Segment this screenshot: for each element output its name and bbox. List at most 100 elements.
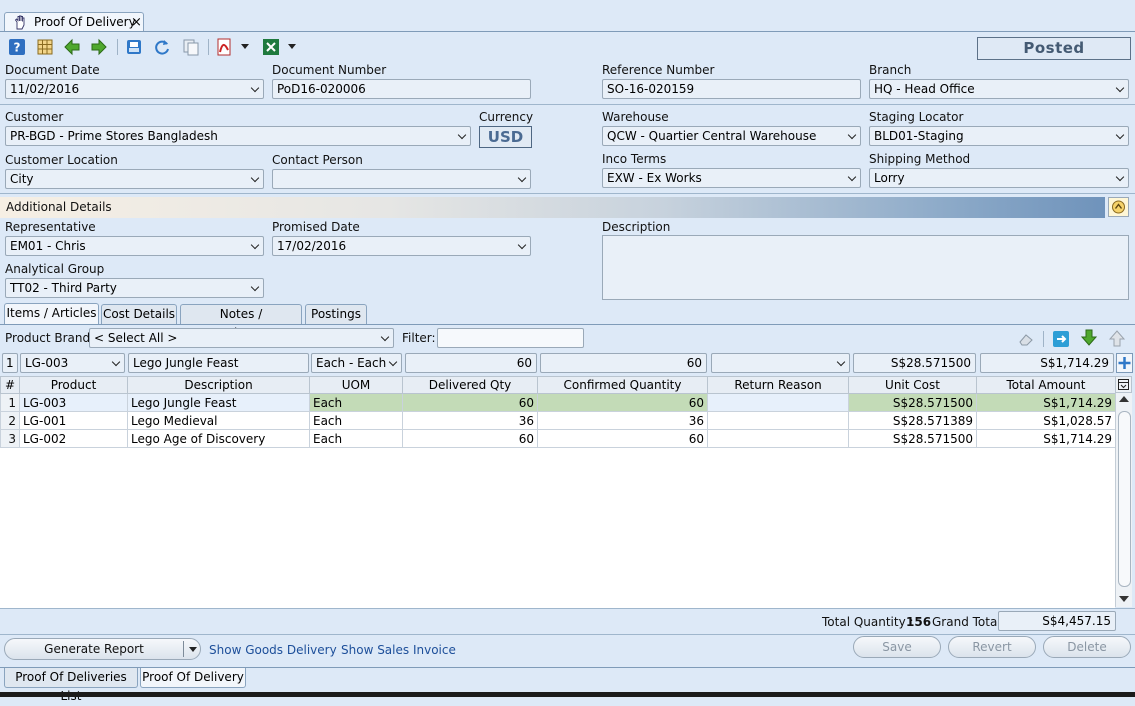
column-header-unit-cost[interactable]: Unit Cost [848,376,977,394]
delete-button[interactable]: Delete [1043,636,1131,658]
excel-icon[interactable] [262,38,280,56]
entry-description-field[interactable]: Lego Jungle Feast [128,353,309,373]
revert-button[interactable]: Revert [948,636,1036,658]
description-textarea[interactable] [602,235,1129,300]
forward-arrow-icon[interactable] [90,38,108,56]
table-row[interactable]: 1 LG-003 Lego Jungle Feast Each 60 60 S$… [0,393,1116,412]
tab-postings[interactable]: Postings [305,304,367,324]
cell-confirmed-qty[interactable]: 60 [537,393,708,412]
tab-cost-details[interactable]: Cost Details [101,304,177,324]
grid-icon[interactable] [36,38,54,56]
cell-total-amount[interactable]: S$1,714.29 [976,393,1116,412]
column-header-total-amount[interactable]: Total Amount [976,376,1116,394]
row-number: 2 [0,411,20,430]
warehouse-select[interactable]: QCW - Quartier Central Warehouse [602,126,861,146]
help-icon[interactable]: ? [8,38,26,56]
add-row-icon[interactable] [1116,353,1133,373]
document-date-field[interactable]: 11/02/2016 [5,79,264,99]
promised-date-field[interactable]: 17/02/2016 [272,236,531,256]
entry-delivered-qty-field[interactable]: 60 [405,353,537,373]
cell-description[interactable]: Lego Age of Discovery [127,429,310,448]
document-tab[interactable]: Proof Of Delivery × [4,12,144,32]
chevron-down-icon[interactable] [288,44,296,49]
chevron-down-icon[interactable] [241,44,249,49]
chevron-down-icon[interactable] [189,647,197,652]
show-sales-invoice-link[interactable]: Show Sales Invoice [341,643,456,657]
pdf-icon[interactable] [215,38,233,56]
column-header-confirmed-quantity[interactable]: Confirmed Quantity [537,376,708,394]
show-goods-delivery-link[interactable]: Show Goods Delivery [209,643,337,657]
cell-total-amount[interactable]: S$1,028.57 [976,411,1116,430]
entry-total-amount-field[interactable]: S$1,714.29 [980,353,1114,373]
cell-description[interactable]: Lego Jungle Feast [127,393,310,412]
column-chooser-icon[interactable] [1115,376,1132,393]
column-header-delivered-qty[interactable]: Delivered Qty [402,376,538,394]
cell-return-reason[interactable] [707,411,849,430]
scroll-down-icon[interactable] [1119,596,1129,602]
scroll-up-icon[interactable] [1119,396,1129,402]
cell-return-reason[interactable] [707,393,849,412]
column-header-description[interactable]: Description [127,376,310,394]
vertical-scrollbar[interactable] [1115,393,1132,607]
refresh-icon[interactable] [153,38,171,56]
collapse-icon[interactable] [1108,197,1129,217]
cell-confirmed-qty[interactable]: 36 [537,411,708,430]
column-header-uom[interactable]: UOM [309,376,403,394]
customer-select[interactable]: PR-BGD - Prime Stores Bangladesh [5,126,471,146]
generate-report-button[interactable]: Generate Report [4,638,201,660]
cell-product[interactable]: LG-003 [19,393,128,412]
additional-details-header[interactable]: Additional Details [0,197,1105,218]
tab-notes-attachments[interactable]: Notes / Attachments [180,304,302,340]
tab-items-articles[interactable]: Items / Articles [4,303,99,325]
table-row[interactable]: 3 LG-002 Lego Age of Discovery Each 60 6… [0,429,1116,448]
cell-return-reason[interactable] [707,429,849,448]
cell-product[interactable]: LG-001 [19,411,128,430]
cell-unit-cost[interactable]: S$28.571500 [848,393,977,412]
filter-input[interactable] [437,328,584,348]
entry-uom-select[interactable]: Each - Each [311,353,402,373]
back-arrow-icon[interactable] [63,38,81,56]
cell-uom[interactable]: Each [309,393,403,412]
cell-uom[interactable]: Each [309,411,403,430]
column-header-return-reason[interactable]: Return Reason [707,376,849,394]
table-row[interactable]: 2 LG-001 Lego Medieval Each 36 36 S$28.5… [0,411,1116,430]
cell-delivered-qty[interactable]: 60 [402,393,538,412]
reference-number-field[interactable]: SO-16-020159 [602,79,861,99]
cell-confirmed-qty[interactable]: 60 [537,429,708,448]
entry-return-reason-select[interactable] [711,353,850,373]
column-header-product[interactable]: Product [19,376,128,394]
analytical-group-select[interactable]: TT02 - Third Party [5,278,264,298]
shipping-method-select[interactable]: Lorry [869,168,1129,188]
representative-select[interactable]: EM01 - Chris [5,236,264,256]
inco-terms-select[interactable]: EXW - Ex Works [602,168,861,188]
save-button[interactable]: Save [853,636,941,658]
entry-confirmed-qty-field[interactable]: 60 [540,353,707,373]
contact-person-select[interactable] [272,169,531,189]
close-icon[interactable]: × [131,13,142,32]
cell-description[interactable]: Lego Medieval [127,411,310,430]
cell-delivered-qty[interactable]: 36 [402,411,538,430]
cell-uom[interactable]: Each [309,429,403,448]
erase-icon[interactable] [1017,330,1035,348]
column-header-num[interactable]: # [0,376,20,394]
entry-unit-cost-field[interactable]: S$28.571500 [853,353,976,373]
document-number-field[interactable]: PoD16-020006 [272,79,531,99]
branch-select[interactable]: HQ - Head Office [869,79,1129,99]
staging-locator-select[interactable]: BLD01-Staging [869,126,1129,146]
cell-product[interactable]: LG-002 [19,429,128,448]
move-up-icon[interactable] [1108,329,1126,347]
move-down-icon[interactable] [1080,329,1098,347]
tab-proof-of-delivery[interactable]: Proof Of Delivery [140,668,246,688]
tab-proof-of-deliveries-list[interactable]: Proof Of Deliveries List [4,668,138,703]
cell-unit-cost[interactable]: S$28.571500 [848,429,977,448]
cell-delivered-qty[interactable]: 60 [402,429,538,448]
customer-location-select[interactable]: City [5,169,264,189]
export-icon[interactable] [1052,330,1070,348]
cell-total-amount[interactable]: S$1,714.29 [976,429,1116,448]
entry-product-select[interactable]: LG-003 [20,353,125,373]
product-brand-select[interactable]: < Select All > [89,328,394,348]
print-icon[interactable] [125,38,143,56]
cell-unit-cost[interactable]: S$28.571389 [848,411,977,430]
copy-icon[interactable] [182,38,200,56]
scroll-thumb[interactable] [1118,411,1131,587]
